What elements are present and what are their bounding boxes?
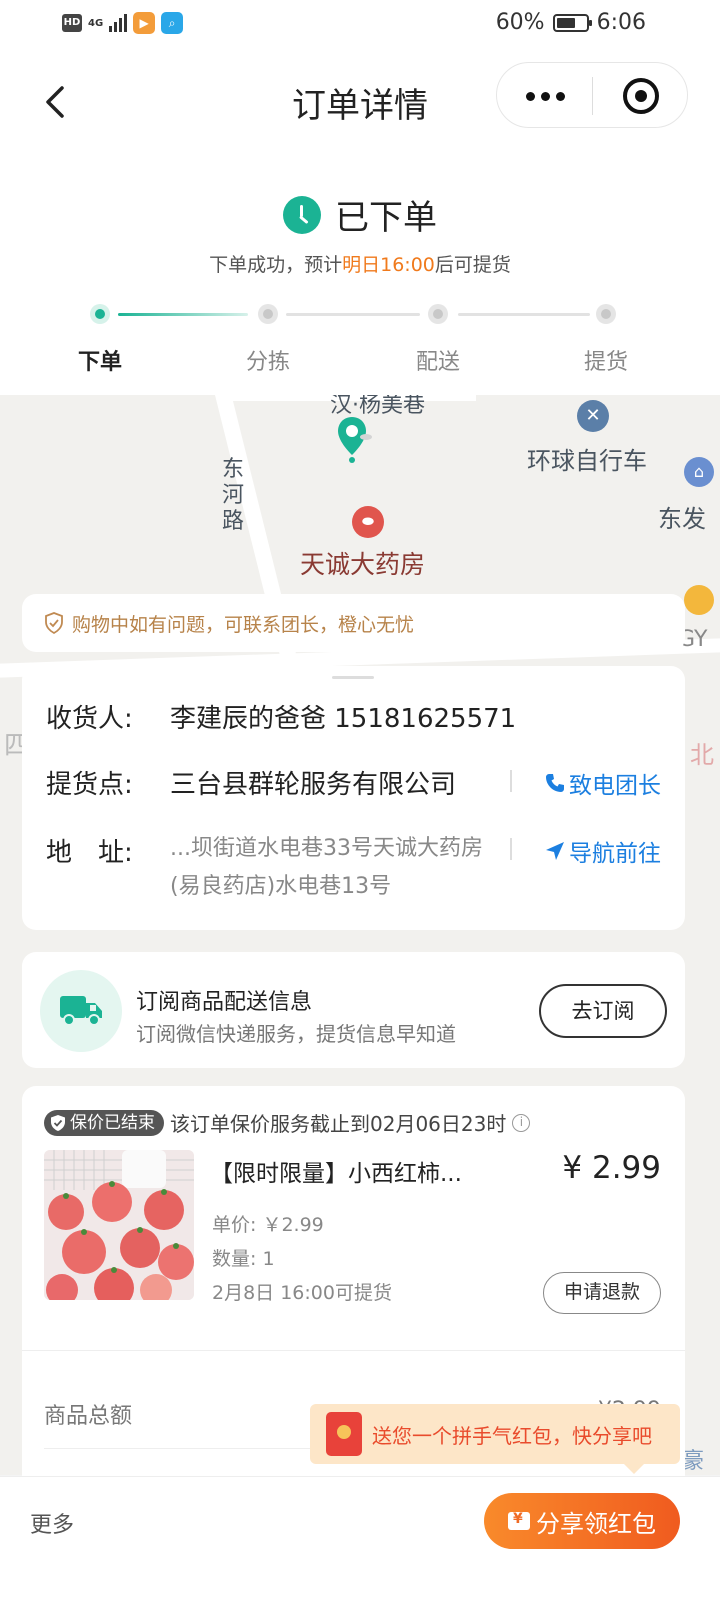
step-label-order: 下单 — [77, 350, 122, 375]
food-poi-icon — [684, 585, 714, 615]
guarantee-text: 该订单保价服务截止到02月06日23时 — [170, 1112, 507, 1136]
product-unit-price: 单价: ￥2.99 — [212, 1214, 324, 1236]
map-label-pharmacy: 天诚大药房 — [300, 550, 426, 579]
product-quantity: 数量: 1 — [212, 1248, 275, 1270]
step-dot-order — [90, 304, 110, 324]
product-image[interactable] — [44, 1150, 194, 1300]
call-leader-label: 致电团长 — [569, 773, 661, 799]
step-label-deliver: 配送 — [415, 350, 460, 375]
red-packet-toast[interactable]: 送您一个拼手气红包，快分享吧 — [310, 1404, 680, 1474]
total-label: 商品总额 — [44, 1404, 133, 1429]
tomato-image — [44, 1150, 194, 1300]
price-guarantee-row: 保价已结束 该订单保价服务截止到02月06日23时 i — [44, 1108, 531, 1137]
status-header: 已下单 — [0, 190, 720, 239]
share-red-packet-button[interactable]: 分享领红包 — [484, 1493, 680, 1549]
step-dot-sort — [258, 304, 278, 324]
pickup-point-value: 三台县群轮服务有限公司 — [170, 770, 457, 800]
more-button[interactable]: 更多 — [30, 1507, 74, 1539]
navigation-arrow-icon — [546, 842, 564, 860]
separator — [510, 838, 512, 860]
service-notice: 购物中如有问题，可联系团长，橙心无忧 — [22, 594, 685, 652]
map-label-bike-shop: 环球自行车 — [527, 447, 647, 475]
toast-text: 送您一个拼手气红包，快分享吧 — [372, 1423, 652, 1448]
status-right: 60% 6:06 — [496, 10, 646, 35]
mini-program-capsule — [496, 62, 688, 128]
search-app-icon: ⌕ — [161, 12, 184, 34]
pickup-info-card: 收货人: 李建辰的爸爸 15181625571 提货点: 三台县群轮服务有限公司… — [22, 666, 685, 930]
shield-check-icon — [45, 612, 63, 634]
status-left: HD 4G ▶ ⌕ — [62, 12, 184, 34]
product-name[interactable]: 【限时限量】小西红柿... — [210, 1154, 490, 1188]
more-button[interactable] — [497, 63, 593, 129]
clock-icon — [283, 195, 321, 234]
product-price: ¥ 2.99 — [562, 1150, 661, 1186]
step-dot-deliver — [428, 304, 448, 324]
receiver-value: 李建辰的爸爸 15181625571 — [170, 704, 517, 734]
address-label: 地 址: — [46, 838, 133, 868]
guarantee-badge-text: 保价已结束 — [70, 1112, 155, 1133]
subscribe-button[interactable]: 去订阅 — [539, 984, 667, 1038]
network-type: 4G — [88, 17, 104, 29]
divider — [22, 1350, 685, 1351]
refund-button[interactable]: 申请退款 — [543, 1272, 661, 1314]
status-bar: HD 4G ▶ ⌕ 60% 6:06 — [0, 0, 720, 50]
bottom-action-bar: 更多 分享领红包 — [0, 1476, 720, 1600]
battery-percent: 60% — [495, 10, 545, 35]
subscribe-card: 订阅商品配送信息 订阅微信快递服务，提货信息早知道 去订阅 — [22, 952, 685, 1068]
subtitle-suffix: 后可提货 — [434, 254, 511, 276]
phone-icon — [546, 774, 564, 792]
pharmacy-icon: ⬬ — [352, 506, 384, 538]
subscribe-title: 订阅商品配送信息 — [136, 990, 313, 1015]
battery-icon — [552, 13, 592, 32]
location-pin-icon — [338, 417, 372, 463]
share-button-label: 分享领红包 — [536, 1509, 656, 1538]
step-line-3 — [458, 313, 590, 316]
video-app-icon: ▶ — [133, 12, 156, 34]
map-label-edge-bottom: 豪 — [682, 1449, 705, 1474]
shield-icon — [51, 1114, 65, 1131]
pickup-point-label: 提货点: — [46, 770, 133, 800]
step-label-pickup: 提货 — [583, 350, 628, 375]
call-leader-button[interactable]: 致电团长 — [545, 766, 661, 800]
step-line-2 — [286, 313, 420, 316]
subscribe-desc: 订阅微信快递服务，提货信息早知道 — [136, 1022, 456, 1046]
separator — [510, 770, 512, 792]
close-target-icon[interactable] — [623, 78, 659, 114]
progress-steps: 下单 分拣 配送 提货 — [0, 300, 720, 390]
navigate-label: 导航前往 — [569, 841, 661, 867]
notice-text: 购物中如有问题，可联系团长，橙心无忧 — [72, 613, 415, 636]
signal-icon — [109, 14, 128, 32]
product-pickup-time: 2月8日 16:00可提货 — [212, 1282, 392, 1304]
info-icon[interactable]: i — [512, 1113, 531, 1132]
step-line-1 — [118, 313, 248, 316]
map-label-road: 东河路 — [222, 457, 245, 534]
address-value: ...坝街道水电巷33号天诚大药房(易良药店)水电巷13号 — [170, 836, 483, 899]
delivery-truck-icon — [60, 996, 102, 1026]
home-poi-icon: ⌂ — [684, 457, 714, 487]
navigate-button[interactable]: 导航前往 — [545, 834, 661, 868]
order-status-section: 已下单 下单成功，预计明日16:00后可提货 下单 分拣 配送 提货 — [0, 150, 720, 395]
more-dots-icon — [525, 91, 535, 101]
map-label-edge-right: 东发 — [658, 505, 706, 533]
step-dot-pickup — [596, 304, 616, 324]
map-label-edge-right3: 北 — [690, 741, 714, 769]
bike-shop-icon: ✕ — [577, 400, 609, 432]
receiver-label: 收货人: — [46, 704, 133, 734]
hd-icon: HD — [62, 14, 82, 32]
drag-handle[interactable] — [332, 676, 374, 679]
status-subtitle: 下单成功，预计明日16:00后可提货 — [0, 250, 720, 277]
status-title: 已下单 — [335, 198, 437, 238]
ticket-icon — [508, 1511, 530, 1530]
capsule-divider — [592, 77, 593, 115]
clock-time: 6:06 — [596, 10, 646, 35]
step-label-sort: 分拣 — [245, 350, 290, 375]
pickup-eta: 明日16:00 — [342, 254, 435, 276]
guarantee-badge: 保价已结束 — [44, 1109, 164, 1136]
truck-icon-wrap — [40, 970, 122, 1052]
nav-bar: 订单详情 — [0, 50, 720, 150]
red-packet-icon — [326, 1412, 362, 1456]
subtitle-prefix: 下单成功，预计 — [209, 254, 343, 276]
